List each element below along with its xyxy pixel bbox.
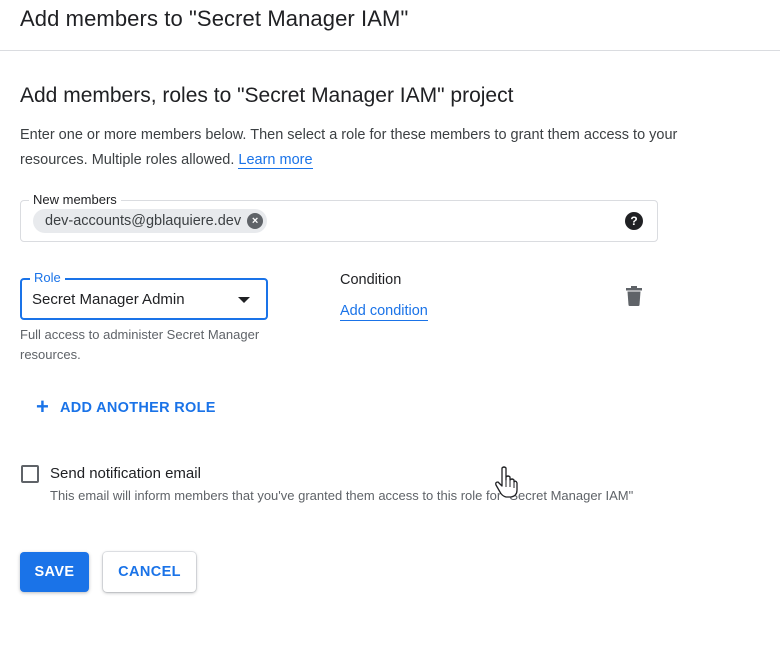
add-members-dialog: Add members to "Secret Manager IAM" Add …	[0, 0, 780, 651]
section-title: Add members, roles to "Secret Manager IA…	[20, 84, 514, 107]
help-icon[interactable]: ?	[625, 212, 643, 230]
add-condition-link[interactable]: Add condition	[340, 302, 428, 321]
learn-more-link[interactable]: Learn more	[238, 152, 313, 169]
role-help-text: Full access to administer Secret Manager…	[20, 327, 260, 362]
role-select[interactable]: Role Secret Manager Admin	[20, 270, 268, 320]
notification-checkbox[interactable]	[21, 465, 39, 483]
new-members-field[interactable]: New members dev-accounts@gblaquiere.dev …	[20, 192, 658, 242]
dropdown-arrow-icon[interactable]	[238, 297, 250, 303]
section-description: Enter one or more members below. Then se…	[20, 123, 680, 173]
condition-label: Condition	[340, 272, 402, 288]
add-another-role-button[interactable]: + ADD ANOTHER ROLE	[36, 396, 216, 420]
notification-help-text: This email will inform members that you'…	[50, 488, 634, 503]
save-button[interactable]: SAVE	[20, 552, 89, 592]
hand-cursor-icon	[495, 466, 518, 498]
trash-icon[interactable]	[625, 286, 643, 306]
page-title: Add members to "Secret Manager IAM"	[20, 6, 409, 31]
member-chip: dev-accounts@gblaquiere.dev ×	[33, 209, 268, 233]
role-selected-value: Secret Manager Admin	[32, 291, 185, 308]
close-icon[interactable]: ×	[247, 213, 264, 229]
add-another-role-label: ADD ANOTHER ROLE	[60, 400, 216, 416]
role-label: Role	[30, 270, 65, 285]
notification-label: Send notification email	[50, 465, 201, 482]
description-text: Enter one or more members below. Then se…	[20, 127, 678, 168]
member-chip-label: dev-accounts@gblaquiere.dev	[45, 213, 242, 229]
dialog-header: Add members to "Secret Manager IAM"	[0, 0, 780, 51]
cancel-button[interactable]: CANCEL	[103, 552, 196, 592]
new-members-label: New members	[29, 192, 121, 207]
plus-icon: +	[36, 394, 50, 419]
